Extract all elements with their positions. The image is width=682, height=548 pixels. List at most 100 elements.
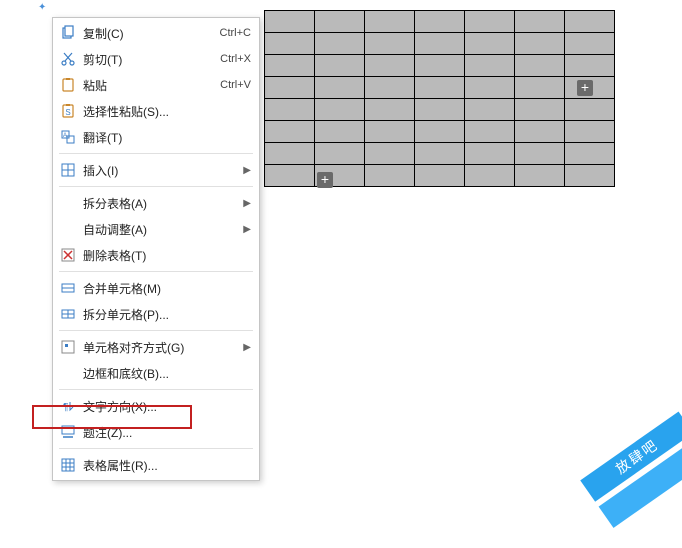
table-cell[interactable] [265,121,315,143]
translate-icon: A [59,128,77,146]
table-cell[interactable] [465,121,515,143]
blank-icon [59,194,77,212]
table-cell[interactable] [465,77,515,99]
table-cell[interactable] [465,55,515,77]
delete-table-icon [59,246,77,264]
add-row-handle[interactable]: + [317,172,333,188]
table-cell[interactable] [265,99,315,121]
svg-text:S: S [65,108,70,117]
menu-item-cut[interactable]: 剪切(T)Ctrl+X [53,46,259,72]
menu-item-label: 翻译(T) [83,129,251,146]
svg-text:A: A [63,133,67,139]
table-cell[interactable] [565,55,615,77]
insert-icon [59,161,77,179]
table-cell[interactable] [415,33,465,55]
table-cell[interactable] [415,77,465,99]
table-cell[interactable] [365,165,415,187]
table-cell[interactable] [365,99,415,121]
table-cell[interactable] [315,11,365,33]
table-handle-icon[interactable]: ✦ [38,2,46,13]
table-cell[interactable] [265,33,315,55]
table-cell[interactable] [415,143,465,165]
table-cell[interactable] [365,143,415,165]
menu-separator [59,448,253,449]
menu-item-autofit[interactable]: 自动调整(A)▶ [53,216,259,242]
menu-item-insert[interactable]: 插入(I) ▶ [53,157,259,183]
menu-item-translate[interactable]: A 翻译(T) [53,124,259,150]
table-cell[interactable] [315,99,365,121]
table-cell[interactable] [515,165,565,187]
table-cell[interactable] [265,77,315,99]
table-cell[interactable] [315,143,365,165]
menu-item-paste[interactable]: 粘贴Ctrl+V [53,72,259,98]
table-cell[interactable] [515,11,565,33]
table-cell[interactable] [565,33,615,55]
table-cell[interactable] [465,165,515,187]
text-direction-icon: ¶ [59,397,77,415]
table-cell[interactable] [415,55,465,77]
table-cell[interactable] [365,77,415,99]
table-cell[interactable] [465,11,515,33]
submenu-arrow-icon: ▶ [243,224,251,235]
table-cell[interactable] [315,55,365,77]
submenu-arrow-icon: ▶ [243,165,251,176]
table-cell[interactable] [265,165,315,187]
menu-item-copy[interactable]: 复制(C)Ctrl+C [53,20,259,46]
table-cell[interactable] [365,55,415,77]
menu-item-delete-table[interactable]: 删除表格(T) [53,242,259,268]
menu-item-paste-special[interactable]: S 选择性粘贴(S)... [53,98,259,124]
menu-item-label: 删除表格(T) [83,247,251,264]
table-cell[interactable] [365,33,415,55]
table-properties-icon [59,456,77,474]
menu-item-cell-align[interactable]: 单元格对齐方式(G)▶ [53,334,259,360]
table-cell[interactable] [515,77,565,99]
menu-item-label: 选择性粘贴(S)... [83,103,251,120]
split-cells-icon [59,305,77,323]
table-cell[interactable] [515,55,565,77]
table-cell[interactable] [565,165,615,187]
table-cell[interactable] [565,11,615,33]
table-cell[interactable] [415,121,465,143]
menu-item-label: 题注(Z)... [83,424,251,441]
table-cell[interactable] [365,121,415,143]
table-cell[interactable] [465,143,515,165]
table-cell[interactable] [565,121,615,143]
menu-item-label: 插入(I) [83,162,239,179]
table-cell[interactable] [365,11,415,33]
table-cell[interactable] [465,99,515,121]
menu-item-caption[interactable]: 题注(Z)... [53,419,259,445]
table-cell[interactable] [315,77,365,99]
menu-item-merge-cells[interactable]: 合并单元格(M) [53,275,259,301]
context-menu: 复制(C)Ctrl+C剪切(T)Ctrl+X粘贴Ctrl+V S 选择性粘贴(S).… [52,17,260,481]
menu-item-table-properties[interactable]: 表格属性(R)... [53,452,259,478]
menu-item-borders-shading[interactable]: 边框和底纹(B)... [53,360,259,386]
menu-item-split-table[interactable]: 拆分表格(A)▶ [53,190,259,216]
table-cell[interactable] [515,99,565,121]
table-cell[interactable] [265,143,315,165]
menu-item-label: 拆分单元格(P)... [83,306,251,323]
table-cell[interactable] [415,99,465,121]
table-cell[interactable] [415,11,465,33]
document-table[interactable] [264,10,615,187]
menu-item-text-direction[interactable]: ¶文字方向(X)... [53,393,259,419]
menu-item-shortcut: Ctrl+C [220,27,251,39]
menu-separator [59,271,253,272]
table-cell[interactable] [515,33,565,55]
table-cell[interactable] [565,143,615,165]
svg-text:¶: ¶ [63,402,68,413]
table-cell[interactable] [465,33,515,55]
menu-item-split-cells[interactable]: 拆分单元格(P)... [53,301,259,327]
submenu-arrow-icon: ▶ [243,342,251,353]
table-cell[interactable] [265,55,315,77]
cell-align-icon [59,338,77,356]
menu-item-label: 剪切(T) [83,51,220,68]
caption-icon [59,423,77,441]
table-cell[interactable] [315,121,365,143]
table-cell[interactable] [415,165,465,187]
table-cell[interactable] [515,121,565,143]
add-column-handle[interactable]: + [577,80,593,96]
table-cell[interactable] [315,33,365,55]
table-cell[interactable] [265,11,315,33]
table-cell[interactable] [565,99,615,121]
table-cell[interactable] [515,143,565,165]
